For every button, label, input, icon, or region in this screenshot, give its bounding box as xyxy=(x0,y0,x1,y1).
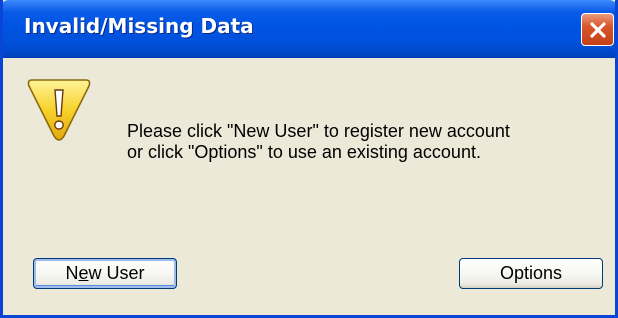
message-line-2: or click "Options" to use an existing ac… xyxy=(127,142,481,162)
window-title: Invalid/Missing Data xyxy=(24,14,254,38)
options-button[interactable]: Options xyxy=(459,258,603,289)
message-text: Please click "New User" to register new … xyxy=(127,121,510,163)
message-line-1: Please click "New User" to register new … xyxy=(127,121,510,141)
new-user-button[interactable]: New User xyxy=(33,258,177,289)
close-button[interactable] xyxy=(581,13,614,46)
dialog-body: Please click "New User" to register new … xyxy=(3,58,615,315)
options-label: Options xyxy=(499,263,563,283)
new-user-label-post: w User xyxy=(88,263,145,283)
new-user-label-mnemonic: e xyxy=(78,263,89,283)
new-user-label-pre: N xyxy=(65,263,79,283)
close-icon xyxy=(588,20,608,40)
warning-icon xyxy=(23,72,95,144)
dialog-window: Invalid/Missing Data Please click "New U… xyxy=(0,0,618,318)
title-bar[interactable]: Invalid/Missing Data xyxy=(3,0,615,58)
